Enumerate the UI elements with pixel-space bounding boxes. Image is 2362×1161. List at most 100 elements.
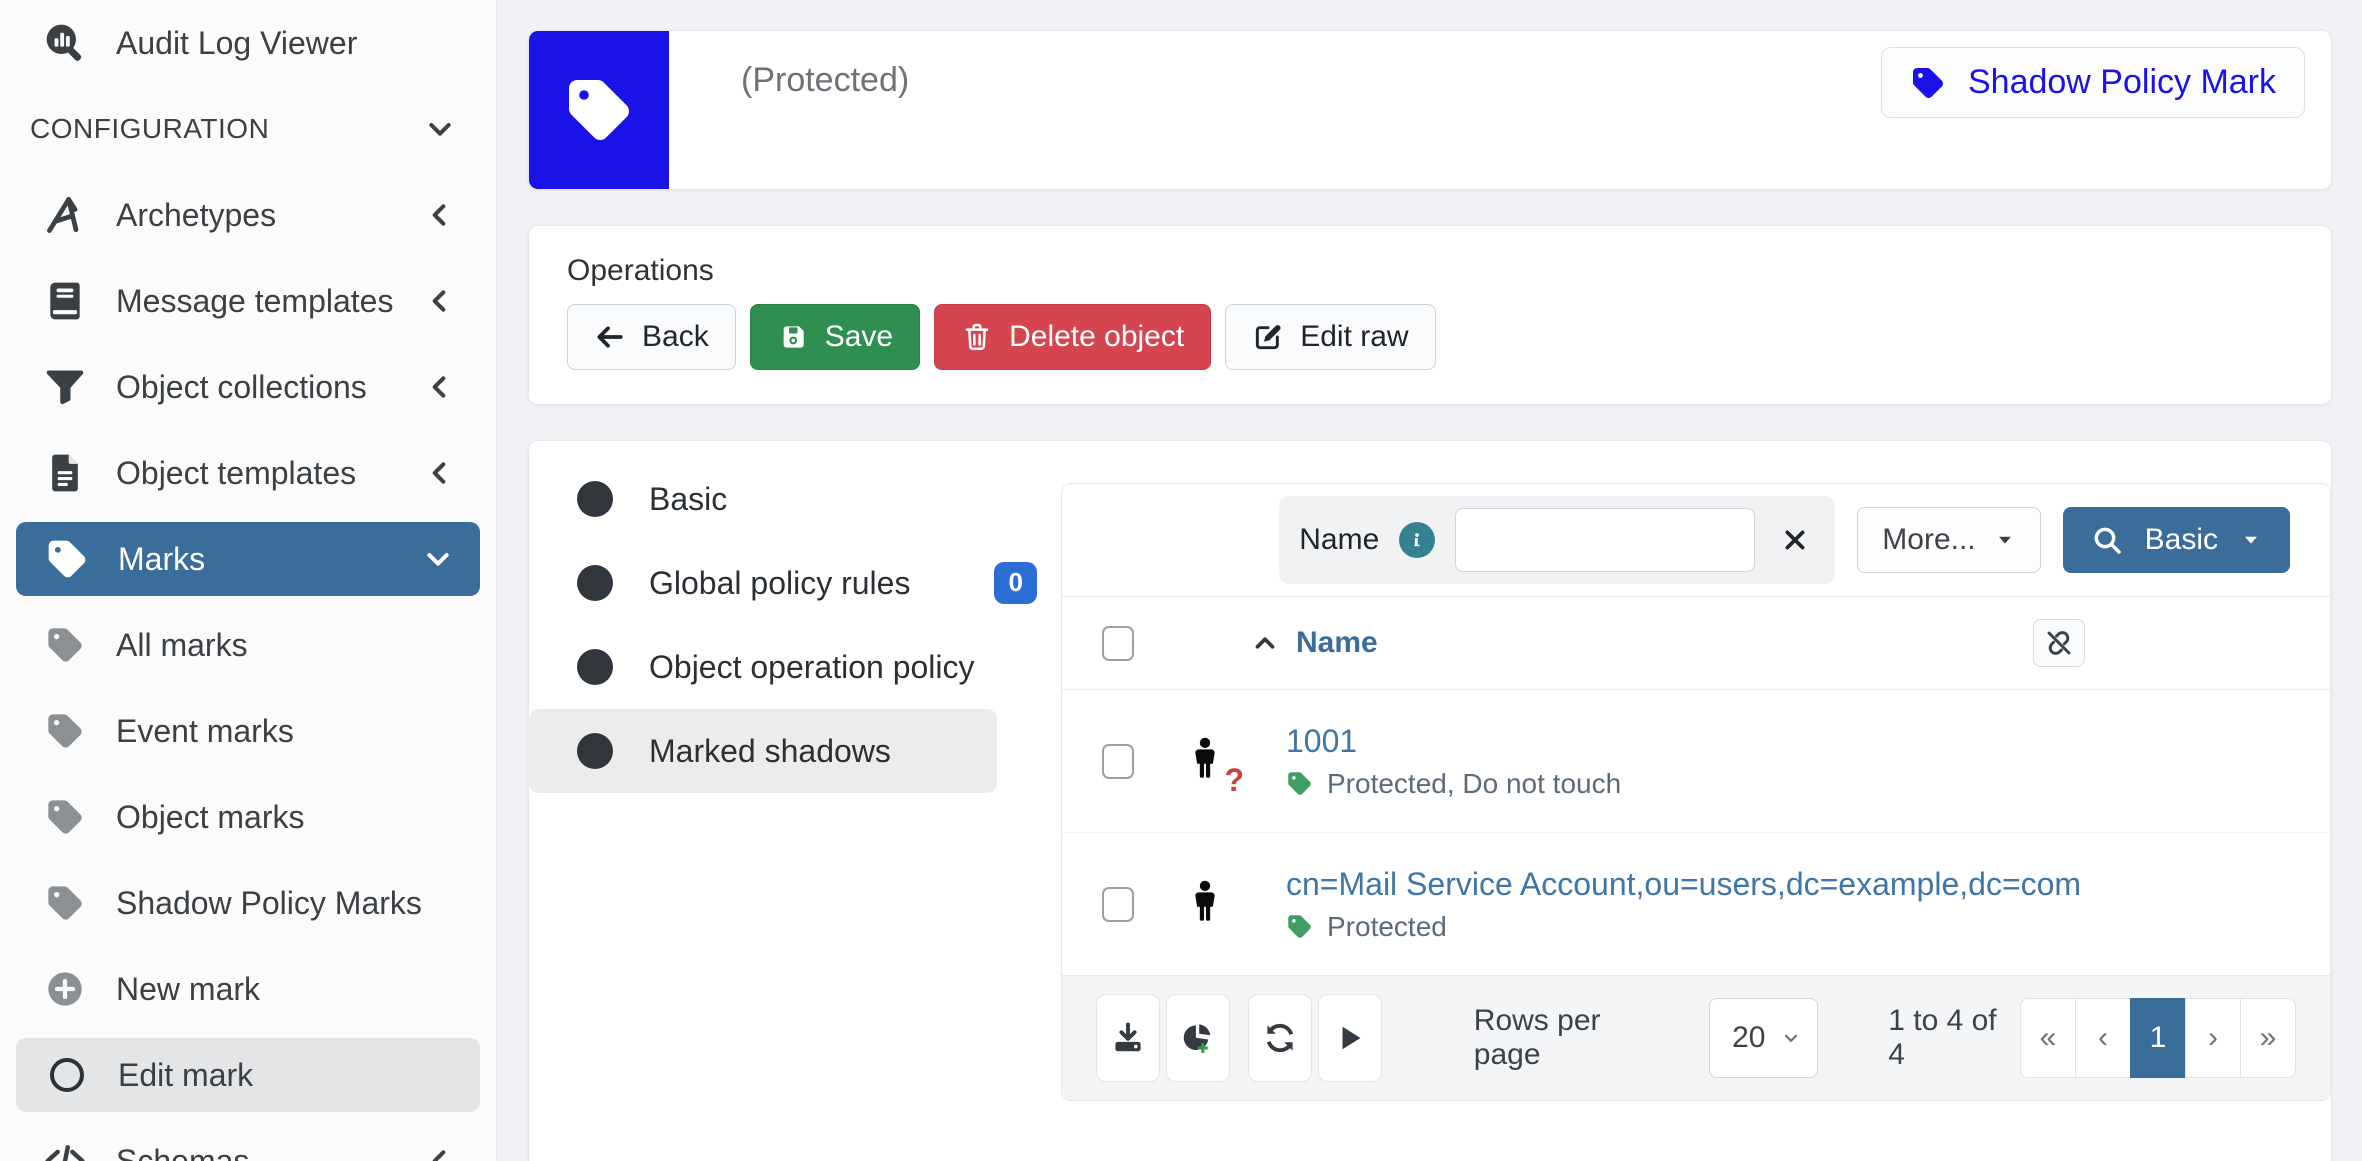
row-checkbox[interactable]	[1102, 887, 1134, 922]
chevron-left-icon	[424, 370, 458, 404]
sidebar-section-configuration[interactable]: CONFIGURATION	[0, 86, 496, 172]
sidebar-item-audit-log-viewer[interactable]: Audit Log Viewer	[0, 0, 496, 86]
sidebar-section-label: CONFIGURATION	[30, 113, 424, 145]
row-checkbox[interactable]	[1102, 744, 1134, 779]
audit-log-icon	[42, 20, 88, 66]
table-header-row: Name	[1062, 597, 2330, 690]
clear-search-icon[interactable]	[1775, 520, 1815, 560]
download-icon	[1110, 1020, 1146, 1056]
count-badge: 0	[994, 562, 1036, 603]
table-row: cn=Mail Service Account,ou=users,dc=exam…	[1062, 833, 2330, 976]
sort-by-name[interactable]: Name	[1250, 626, 1378, 660]
marks-list: Protected, Do not touch	[1327, 768, 1621, 800]
sidebar: Audit Log Viewer CONFIGURATION Archetype…	[0, 0, 497, 1161]
tab-global-policy-rules[interactable]: Global policy rules 0	[529, 541, 1041, 625]
unlink-column-button[interactable]	[2033, 619, 2085, 667]
create-report-button[interactable]	[1166, 994, 1230, 1082]
file-icon	[42, 450, 88, 496]
shadow-name-link[interactable]: 1001	[1286, 723, 1621, 760]
sidebar-item-label: Schemas	[116, 1143, 424, 1161]
page-title: (Protected)	[741, 61, 909, 100]
sidebar-item-object-templates[interactable]: Object templates	[0, 430, 496, 516]
sidebar-item-schemas[interactable]: Schemas	[0, 1118, 496, 1161]
sidebar-item-label: Edit mark	[118, 1057, 456, 1094]
rows-per-page-label: Rows per page	[1474, 1004, 1673, 1072]
tag-icon	[1286, 913, 1313, 940]
chevron-left-icon	[424, 198, 458, 232]
sidebar-item-edit-mark[interactable]: Edit mark	[16, 1038, 480, 1112]
search-bar: Name More...	[1062, 484, 2330, 597]
delete-object-button[interactable]: Delete object	[934, 304, 1211, 370]
pen-square-icon	[1252, 321, 1284, 353]
plus-circle-icon	[42, 966, 88, 1012]
table-footer: Rows per page 20 1 to 4 of 4 « ‹ 1 › »	[1062, 975, 2330, 1100]
select-all-checkbox[interactable]	[1102, 626, 1134, 661]
tag-icon	[44, 536, 90, 582]
archetypes-icon	[42, 192, 88, 238]
shadow-policy-mark-badge[interactable]: Shadow Policy Mark	[1881, 47, 2305, 118]
shadow-account-icon	[1182, 879, 1230, 930]
back-button[interactable]: Back	[567, 304, 736, 370]
details-panel: Basic Global policy rules 0 Object opera…	[528, 440, 2332, 1161]
chevron-left-icon	[424, 1144, 458, 1161]
mark-color-box	[529, 31, 669, 189]
pagination-range: 1 to 4 of 4	[1888, 1004, 2020, 1072]
refresh-button[interactable]	[1248, 994, 1312, 1082]
sidebar-item-label: Archetypes	[116, 197, 424, 234]
page-next-button[interactable]: ›	[2185, 998, 2241, 1078]
save-icon	[777, 321, 809, 353]
sidebar-item-message-templates[interactable]: Message templates	[0, 258, 496, 344]
tab-marked-shadows[interactable]: Marked shadows	[529, 709, 997, 793]
page-last-button[interactable]: »	[2240, 998, 2296, 1078]
search-input[interactable]	[1455, 508, 1755, 572]
circle-outline-icon	[44, 1052, 90, 1098]
edit-raw-button[interactable]: Edit raw	[1225, 304, 1435, 370]
tag-icon	[1910, 65, 1946, 101]
sidebar-item-shadow-policy-marks[interactable]: Shadow Policy Marks	[0, 860, 496, 946]
page-prev-button[interactable]: ‹	[2075, 998, 2131, 1078]
tag-icon	[42, 794, 88, 840]
operations-panel: Operations Back Save Delete object Edit …	[528, 225, 2332, 405]
tab-basic[interactable]: Basic	[529, 457, 1041, 541]
marked-shadows-table: Name More...	[1061, 483, 2331, 1101]
sort-asc-icon	[1250, 628, 1280, 658]
filter-icon	[42, 364, 88, 410]
circle-icon	[577, 481, 613, 517]
shadow-name-link[interactable]: cn=Mail Service Account,ou=users,dc=exam…	[1286, 866, 2081, 903]
tag-icon	[42, 880, 88, 926]
pagination: « ‹ 1 › »	[2020, 998, 2296, 1078]
download-button[interactable]	[1096, 994, 1160, 1082]
circle-icon	[577, 565, 613, 601]
sidebar-item-label: Event marks	[116, 713, 458, 750]
rows-per-page-select[interactable]: 20	[1709, 998, 1818, 1078]
tab-object-operation-policy[interactable]: Object operation policy	[529, 625, 1041, 709]
sidebar-item-archetypes[interactable]: Archetypes	[0, 172, 496, 258]
trash-icon	[961, 321, 993, 353]
name-column-header: Name	[1296, 626, 1378, 660]
sidebar-item-new-mark[interactable]: New mark	[0, 946, 496, 1032]
sidebar-item-object-collections[interactable]: Object collections	[0, 344, 496, 430]
table-row: ? 1001 Protected, Do not touch	[1062, 690, 2330, 833]
sidebar-item-marks[interactable]: Marks	[16, 522, 480, 596]
info-icon[interactable]	[1399, 522, 1435, 558]
chevron-left-icon	[424, 456, 458, 490]
badge-label: Shadow Policy Mark	[1968, 63, 2276, 102]
code-icon	[42, 1138, 88, 1161]
details-tabs: Basic Global policy rules 0 Object opera…	[529, 457, 1041, 793]
tag-icon	[1286, 770, 1313, 797]
more-filters-button[interactable]: More...	[1857, 507, 2040, 573]
sidebar-item-all-marks[interactable]: All marks	[0, 602, 496, 688]
play-button[interactable]	[1318, 994, 1382, 1082]
operations-buttons: Back Save Delete object Edit raw	[567, 304, 2293, 370]
operations-title: Operations	[567, 254, 2293, 288]
page-1-button[interactable]: 1	[2130, 998, 2186, 1078]
search-mode-button[interactable]: Basic	[2063, 507, 2290, 573]
sidebar-item-object-marks[interactable]: Object marks	[0, 774, 496, 860]
shadow-account-icon: ?	[1182, 736, 1230, 787]
object-summary-card: (Protected) Shadow Policy Mark	[528, 30, 2332, 190]
chart-pie-plus-icon	[1180, 1020, 1216, 1056]
search-field-group: Name	[1279, 496, 1835, 584]
sidebar-item-event-marks[interactable]: Event marks	[0, 688, 496, 774]
page-first-button[interactable]: «	[2020, 998, 2076, 1078]
save-button[interactable]: Save	[750, 304, 920, 370]
